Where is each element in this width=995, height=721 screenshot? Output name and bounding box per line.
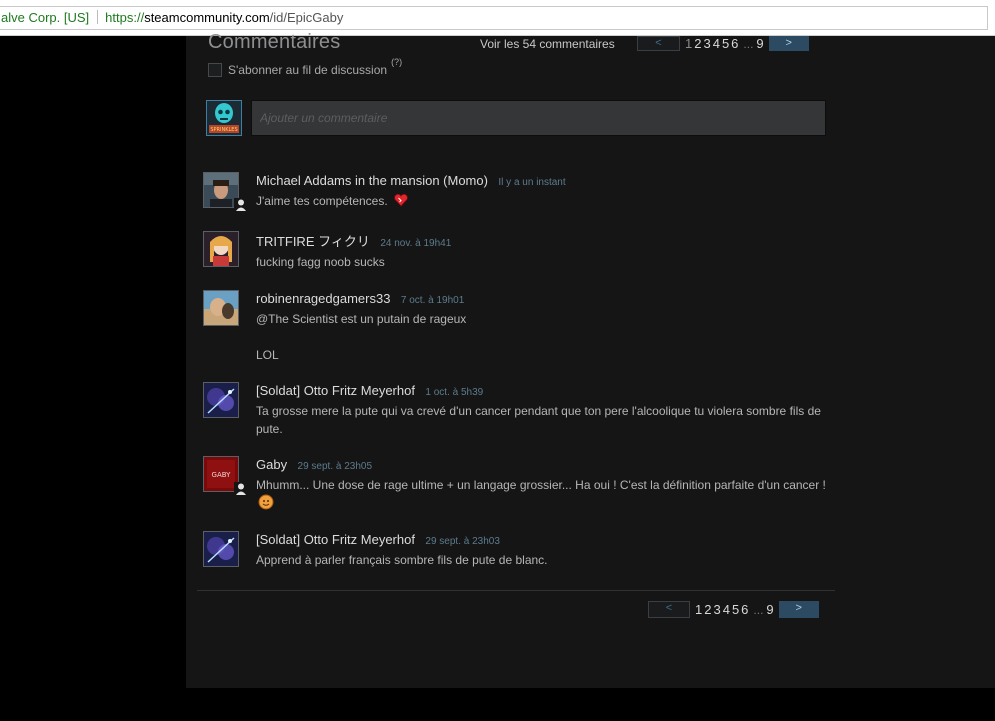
avatar-image — [204, 383, 238, 417]
browser-address-bar: alve Corp. [US] https://steamcommunity.co… — [0, 0, 995, 36]
page-background — [0, 36, 186, 721]
comment-input[interactable] — [251, 100, 826, 136]
subscribe-row: S'abonner au fil de discussion (?) — [208, 57, 402, 77]
friend-user-icon — [234, 198, 248, 212]
page-link-3[interactable]: 3 — [703, 36, 710, 51]
comment-author[interactable]: [Soldat] Otto Fritz Meyerhof — [256, 383, 415, 398]
page-ellipsis: ... — [753, 602, 764, 617]
comment-line: Ta grosse mere la pute qui va crevé d'un… — [256, 404, 821, 436]
certificate-label[interactable]: alve Corp. [US] — [0, 10, 89, 25]
comment-line: Mhumm... Une dose de rage ultime + un la… — [256, 478, 826, 492]
comment-text: fucking fagg noob sucks — [256, 253, 828, 271]
page-link-4[interactable]: 4 — [713, 36, 720, 51]
page-link-5[interactable]: 5 — [722, 36, 729, 51]
comment-author[interactable]: [Soldat] Otto Fritz Meyerhof — [256, 532, 415, 547]
subscribe-checkbox[interactable] — [208, 63, 222, 77]
comment-body: robinenragedgamers33 7 oct. à 19h01 @The… — [256, 290, 828, 364]
page-ellipsis: ... — [743, 36, 754, 51]
page-link-5[interactable]: 5 — [732, 602, 739, 617]
friend-user-icon — [234, 482, 248, 496]
page-link-1[interactable]: 1 — [695, 602, 702, 617]
comment-timestamp: 29 sept. à 23h05 — [297, 461, 373, 472]
my-avatar-image: SPRINKLES — [207, 101, 241, 135]
avatar-text: GABY — [212, 471, 232, 479]
url-domain: steamcommunity.com — [144, 10, 270, 25]
page-link-4[interactable]: 4 — [723, 602, 730, 617]
comment-author[interactable]: Gaby — [256, 457, 287, 472]
avatar-image — [204, 532, 238, 566]
my-avatar[interactable]: SPRINKLES — [206, 100, 242, 136]
page-link-6[interactable]: 6 — [731, 36, 738, 51]
page-link-2[interactable]: 2 — [694, 36, 701, 51]
next-page-button[interactable]: > — [768, 36, 809, 51]
orange-emote-icon — [258, 494, 274, 510]
comment-line: LOL — [256, 348, 279, 362]
subscribe-label[interactable]: S'abonner au fil de discussion — [228, 63, 387, 77]
next-page-button[interactable]: > — [778, 601, 819, 618]
url-path: /id/EpicGaby — [269, 10, 344, 25]
comment-body: [Soldat] Otto Fritz Meyerhof 1 oct. à 5h… — [256, 382, 828, 438]
comment-timestamp: 1 oct. à 5h39 — [425, 387, 484, 398]
heart-emote-icon — [394, 193, 408, 207]
page-link-last[interactable]: 9 — [766, 602, 773, 617]
page-link-last[interactable]: 9 — [756, 36, 763, 51]
page-link-1[interactable]: 1 — [685, 36, 692, 51]
avatar-image: GABY — [204, 457, 238, 491]
help-link[interactable]: (?) — [391, 57, 402, 67]
avatar-image — [204, 291, 238, 325]
comment-text: Apprend à parler français sombre fils de… — [256, 551, 828, 569]
comment-text: J'aime tes compétences. — [256, 192, 828, 210]
commenter-avatar[interactable] — [203, 531, 239, 567]
comment-timestamp: 24 nov. à 19h41 — [380, 238, 452, 249]
page-numbers: 1 2 3 4 5 6 ... 9 — [685, 36, 766, 51]
avatar-image — [204, 232, 238, 266]
commenter-avatar[interactable] — [203, 382, 239, 418]
avatar-image — [204, 173, 238, 207]
comment-timestamp: 29 sept. à 23h03 — [425, 536, 500, 547]
commenter-avatar[interactable] — [203, 290, 239, 326]
commenter-avatar[interactable] — [203, 231, 239, 267]
my-avatar-text: SPRINKLES — [210, 127, 237, 133]
comment-text: Mhumm... Une dose de rage ultime + un la… — [256, 476, 828, 512]
prev-page-button[interactable]: < — [637, 36, 680, 51]
prev-page-button[interactable]: < — [648, 601, 690, 618]
pagination-bottom: < 1 2 3 4 5 6 ... 9 > — [648, 601, 819, 618]
comment-line-blank — [256, 328, 828, 346]
url-protocol: https:// — [105, 10, 145, 25]
comment-line: J'aime tes compétences. — [256, 194, 388, 208]
comment-line: Apprend à parler français sombre fils de… — [256, 553, 548, 567]
page-numbers: 1 2 3 4 5 6 ... 9 — [695, 602, 776, 617]
page-background-bottom — [186, 688, 995, 721]
comment-timestamp: 7 oct. à 19h01 — [400, 295, 465, 306]
comments-divider — [197, 590, 835, 591]
view-all-comments-link[interactable]: Voir les 54 commentaires — [480, 37, 615, 51]
page-link-6[interactable]: 6 — [741, 602, 748, 617]
comment-body: Gaby 29 sept. à 23h05 Mhumm... Une dose … — [256, 456, 828, 512]
comment-line: @The Scientist est un putain de rageux — [256, 312, 467, 326]
comment-author[interactable]: Michael Addams in the mansion (Momo) — [256, 173, 488, 188]
page-link-3[interactable]: 3 — [713, 602, 720, 617]
comment-author[interactable]: robinenragedgamers33 — [256, 291, 390, 306]
comment-body: [Soldat] Otto Fritz Meyerhof 29 sept. à … — [256, 531, 828, 569]
comment-body: Michael Addams in the mansion (Momo) Il … — [256, 172, 828, 210]
comments-title: Commentaires — [208, 31, 341, 53]
pagination-top: < 1 2 3 4 5 6 ... 9 > — [637, 36, 809, 51]
page-link-2[interactable]: 2 — [704, 602, 711, 617]
comment-body: TRITFIRE フィクリ 24 nov. à 19h41 fucking fa… — [256, 231, 828, 271]
url-field[interactable]: alve Corp. [US] https://steamcommunity.co… — [0, 6, 988, 30]
address-separator — [97, 10, 99, 24]
comment-timestamp: Il y a un instant — [498, 177, 566, 188]
comment-author[interactable]: TRITFIRE フィクリ — [256, 234, 370, 249]
comment-line: fucking fagg noob sucks — [256, 255, 385, 269]
comment-text: Ta grosse mere la pute qui va crevé d'un… — [256, 402, 828, 438]
comment-text: @The Scientist est un putain de rageux L… — [256, 310, 828, 364]
